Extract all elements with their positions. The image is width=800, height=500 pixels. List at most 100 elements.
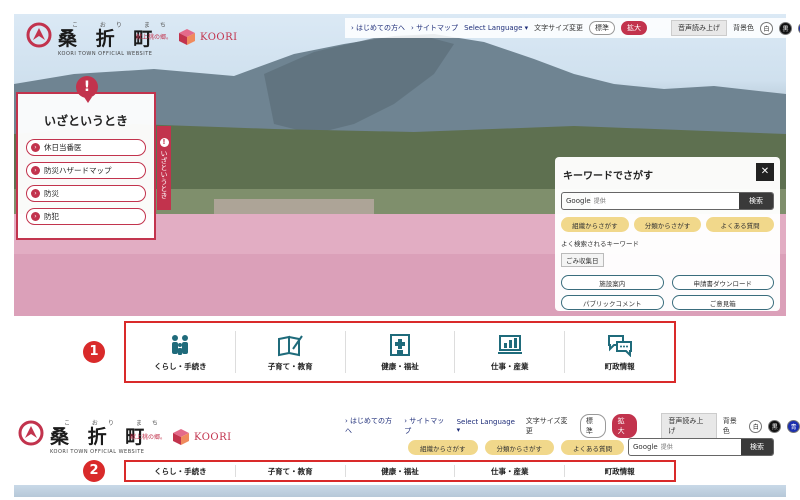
logo-subtitle: KOORI TOWN OFFICIAL WEBSITE <box>50 449 145 455</box>
close-icon[interactable]: ✕ <box>756 163 774 181</box>
sitemap-link[interactable]: › サイトマップ <box>411 23 458 33</box>
category-work[interactable]: 仕事・産業 <box>455 465 566 477</box>
koori-brand-lower[interactable]: 献上桃の郷。 KOORI <box>130 428 232 446</box>
brand-tagline: 献上桃の郷。 <box>130 433 167 441</box>
emergency-side-tab[interactable]: ! いざというとき <box>157 126 171 210</box>
category-health[interactable]: 健康・福祉 <box>346 331 456 373</box>
category-label: くらし・手続き <box>154 361 207 371</box>
emergency-panel: ! いざというとき › 休日当番医 › 防災ハザードマップ › 防災 › 防犯 <box>16 76 156 240</box>
category-nav-compact: くらし・手続き 子育て・教育 健康・福祉 仕事・産業 町政情報 <box>124 460 676 482</box>
search-input-lower[interactable] <box>657 439 741 455</box>
facility-guide-link[interactable]: 施設案内 <box>561 275 664 290</box>
search-by-organization-button[interactable]: 組織からさがす <box>561 217 629 232</box>
keyword-panel-title: キーワードでさがす <box>563 171 653 182</box>
keyword-quick-links: 施設案内 申請書ダウンロード パブリックコメント ご意見箱 <box>561 275 774 310</box>
font-standard-button[interactable]: 標準 <box>579 414 606 438</box>
emergency-tab-label: いざというとき <box>160 149 168 199</box>
keyword-category-pills: 組織からさがす 分類からさがす よくある質問 <box>561 217 775 232</box>
keyword-search-button[interactable]: 検索 <box>739 193 773 209</box>
category-living[interactable]: くらし・手続き <box>126 331 236 373</box>
category-health[interactable]: 健康・福祉 <box>346 465 456 477</box>
emergency-item-disaster[interactable]: › 防災 <box>26 185 146 202</box>
search-box-lower: Google 検索 <box>628 438 774 456</box>
bg-black-button[interactable]: 黒 <box>768 419 782 433</box>
category-work[interactable]: 仕事・産業 <box>455 331 566 373</box>
opinion-box-link[interactable]: ご意見箱 <box>671 295 774 310</box>
emergency-item-crime[interactable]: › 防犯 <box>26 208 146 225</box>
bg-color-label: 背景色 <box>732 24 754 32</box>
bg-black-button[interactable]: 黒 <box>778 21 792 35</box>
search-by-organization-button[interactable]: 組織からさがす <box>408 440 478 455</box>
search-by-category-button[interactable]: 分類からさがす <box>633 217 702 232</box>
exclamation-icon: ! <box>76 76 98 98</box>
town-emblem-icon <box>26 22 52 48</box>
google-label: Google <box>633 443 658 451</box>
language-select[interactable]: Select Language ▾ <box>464 24 528 32</box>
arrow-right-icon: › <box>31 212 40 221</box>
font-size-label: 文字サイズ変更 <box>534 24 583 32</box>
arrow-right-icon: › <box>31 143 40 152</box>
category-label: 子育て・教育 <box>267 361 313 371</box>
category-label: 仕事・産業 <box>491 361 529 371</box>
brand-koori-text: KOORI <box>200 31 238 43</box>
emergency-list: › 休日当番医 › 防災ハザードマップ › 防災 › 防犯 <box>26 139 146 225</box>
font-large-button[interactable]: 拡大 <box>611 414 638 438</box>
category-town-info[interactable]: 町政情報 <box>565 465 674 477</box>
category-label: 健康・福祉 <box>381 361 419 371</box>
arrow-right-icon: › <box>31 189 40 198</box>
popular-keywords-label: よく検索されるキーワード <box>561 240 639 248</box>
bg-white-button[interactable]: 白 <box>749 419 763 433</box>
koori-cube-icon <box>179 29 195 45</box>
chart-monitor-icon <box>497 334 522 354</box>
faq-button[interactable]: よくある質問 <box>706 217 775 232</box>
language-select[interactable]: Select Language ▾ <box>457 418 520 434</box>
category-childcare[interactable]: 子育て・教育 <box>236 465 346 477</box>
keyword-search-panel: キーワードでさがす ✕ Google 検索 組織からさがす 分類からさがす よく… <box>555 157 780 311</box>
speech-bubbles-icon <box>607 334 632 357</box>
annotation-badge-2: 2 <box>83 460 105 482</box>
category-label: 町政情報 <box>604 361 635 371</box>
font-standard-button[interactable]: 標準 <box>588 21 615 35</box>
category-nav-large: くらし・手続き 子育て・教育 健康・福祉 仕事・産業 町政情報 <box>124 321 676 383</box>
bg-white-button[interactable]: 白 <box>759 21 773 35</box>
hero-image-strip-lower <box>14 485 786 497</box>
bg-color-label: 背景色 <box>722 417 737 435</box>
public-comment-link[interactable]: パブリックコメント <box>561 295 664 310</box>
category-town-info[interactable]: 町政情報 <box>565 331 674 373</box>
alert-pointer-icon <box>84 97 92 103</box>
hospital-icon <box>389 333 410 356</box>
town-emblem-icon <box>18 420 44 446</box>
utility-bar: › はじめての方へ › サイトマップ Select Language ▾ 文字サ… <box>345 18 800 38</box>
family-icon <box>172 334 189 355</box>
google-label: Google <box>566 197 591 205</box>
emergency-item-hazard-map[interactable]: › 防災ハザードマップ <box>26 162 146 179</box>
annotation-badge-1: 1 <box>83 341 105 363</box>
read-aloud-button[interactable]: 音声読み上げ <box>670 20 727 36</box>
category-pills-lower: 組織からさがす 分類からさがす よくある質問 <box>408 440 624 455</box>
font-size-label: 文字サイズ変更 <box>525 417 568 435</box>
sitemap-link[interactable]: › サイトマップ <box>404 416 450 436</box>
first-time-link[interactable]: › はじめての方へ <box>345 416 398 436</box>
bg-blue-button[interactable]: 青 <box>787 419 800 433</box>
faq-button[interactable]: よくある質問 <box>561 440 624 455</box>
popular-keyword-tag[interactable]: ごみ収集日 <box>561 253 604 267</box>
category-living[interactable]: くらし・手続き <box>126 465 236 477</box>
arrow-right-icon: › <box>31 166 40 175</box>
category-childcare[interactable]: 子育て・教育 <box>236 331 346 373</box>
first-time-link[interactable]: › はじめての方へ <box>351 23 405 33</box>
search-button-lower[interactable]: 検索 <box>741 439 773 455</box>
book-pen-icon <box>278 334 304 356</box>
brand-koori-text: KOORI <box>194 431 232 443</box>
keyword-search-input[interactable] <box>590 193 739 209</box>
form-download-link[interactable]: 申請書ダウンロード <box>671 275 774 290</box>
logo-subtitle: KOORI TOWN OFFICIAL WEBSITE <box>58 51 153 57</box>
search-by-category-button[interactable]: 分類からさがす <box>484 440 554 455</box>
read-aloud-button[interactable]: 音声読み上げ <box>661 413 717 439</box>
exclamation-icon: ! <box>159 137 169 147</box>
utility-bar-lower: › はじめての方へ › サイトマップ Select Language ▾ 文字サ… <box>345 413 800 439</box>
font-large-button[interactable]: 拡大 <box>620 21 647 35</box>
brand-tagline: 献上桃の郷。 <box>136 33 173 41</box>
keyword-search-box: Google 検索 <box>561 192 774 210</box>
emergency-item-holiday-doctor[interactable]: › 休日当番医 <box>26 139 146 156</box>
koori-brand[interactable]: 献上桃の郷。 KOORI <box>136 28 238 46</box>
